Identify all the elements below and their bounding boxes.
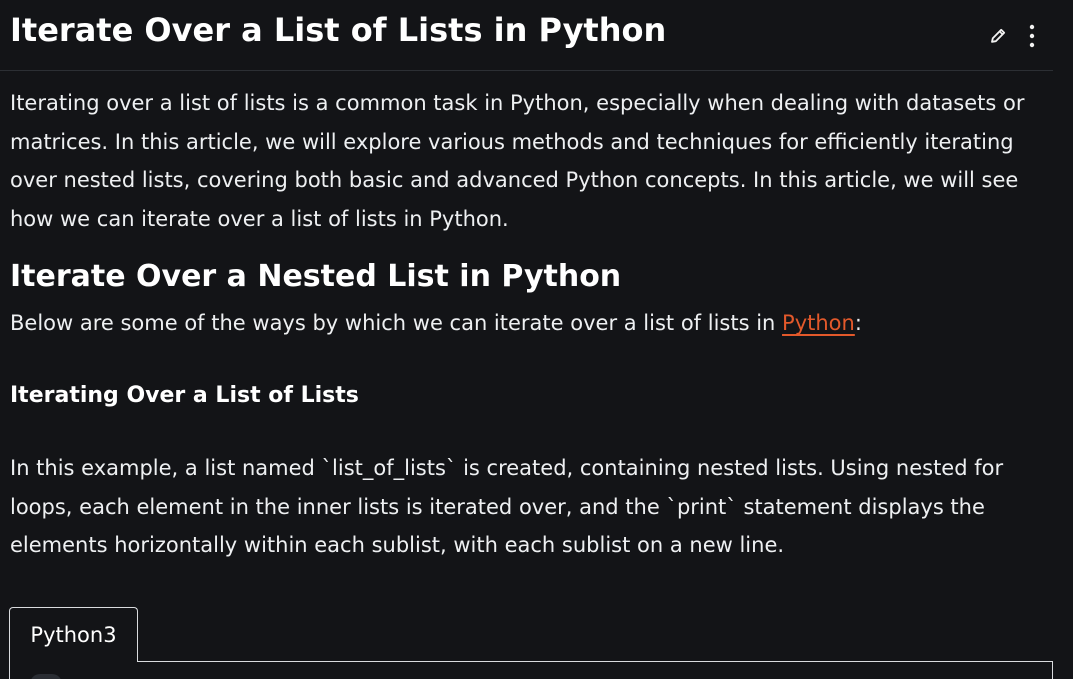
python-link[interactable]: Python — [782, 311, 855, 335]
article-intro-container: Iterating over a list of lists is a comm… — [10, 84, 1050, 238]
page-title: Iterate Over a List of Lists in Python — [10, 11, 667, 49]
example-description: In this example, a list named `list_of_l… — [10, 456, 1004, 557]
section-intro-text: Below are some of the ways by which we c… — [10, 311, 783, 335]
article-header: Iterate Over a List of Lists in Python — [0, 0, 1053, 71]
tab-python3[interactable]: Python3 — [9, 607, 138, 662]
pencil-icon[interactable] — [987, 22, 1009, 50]
code-panel-left-border — [9, 661, 10, 679]
article-actions — [987, 21, 1043, 51]
vertical-dots-icon[interactable] — [1021, 22, 1043, 50]
code-panel — [137, 661, 1053, 679]
article-page: Iterate Over a List of Lists in Python I… — [0, 0, 1073, 679]
subheading: Iterating Over a List of Lists — [10, 383, 359, 408]
article-intro: Iterating over a list of lists is a comm… — [10, 91, 1025, 231]
section-intro: Below are some of the ways by which we c… — [10, 306, 862, 340]
section-heading: Iterate Over a Nested List in Python — [10, 259, 622, 294]
code-control-icon[interactable] — [30, 674, 62, 679]
section-intro-colon: : — [854, 311, 862, 335]
